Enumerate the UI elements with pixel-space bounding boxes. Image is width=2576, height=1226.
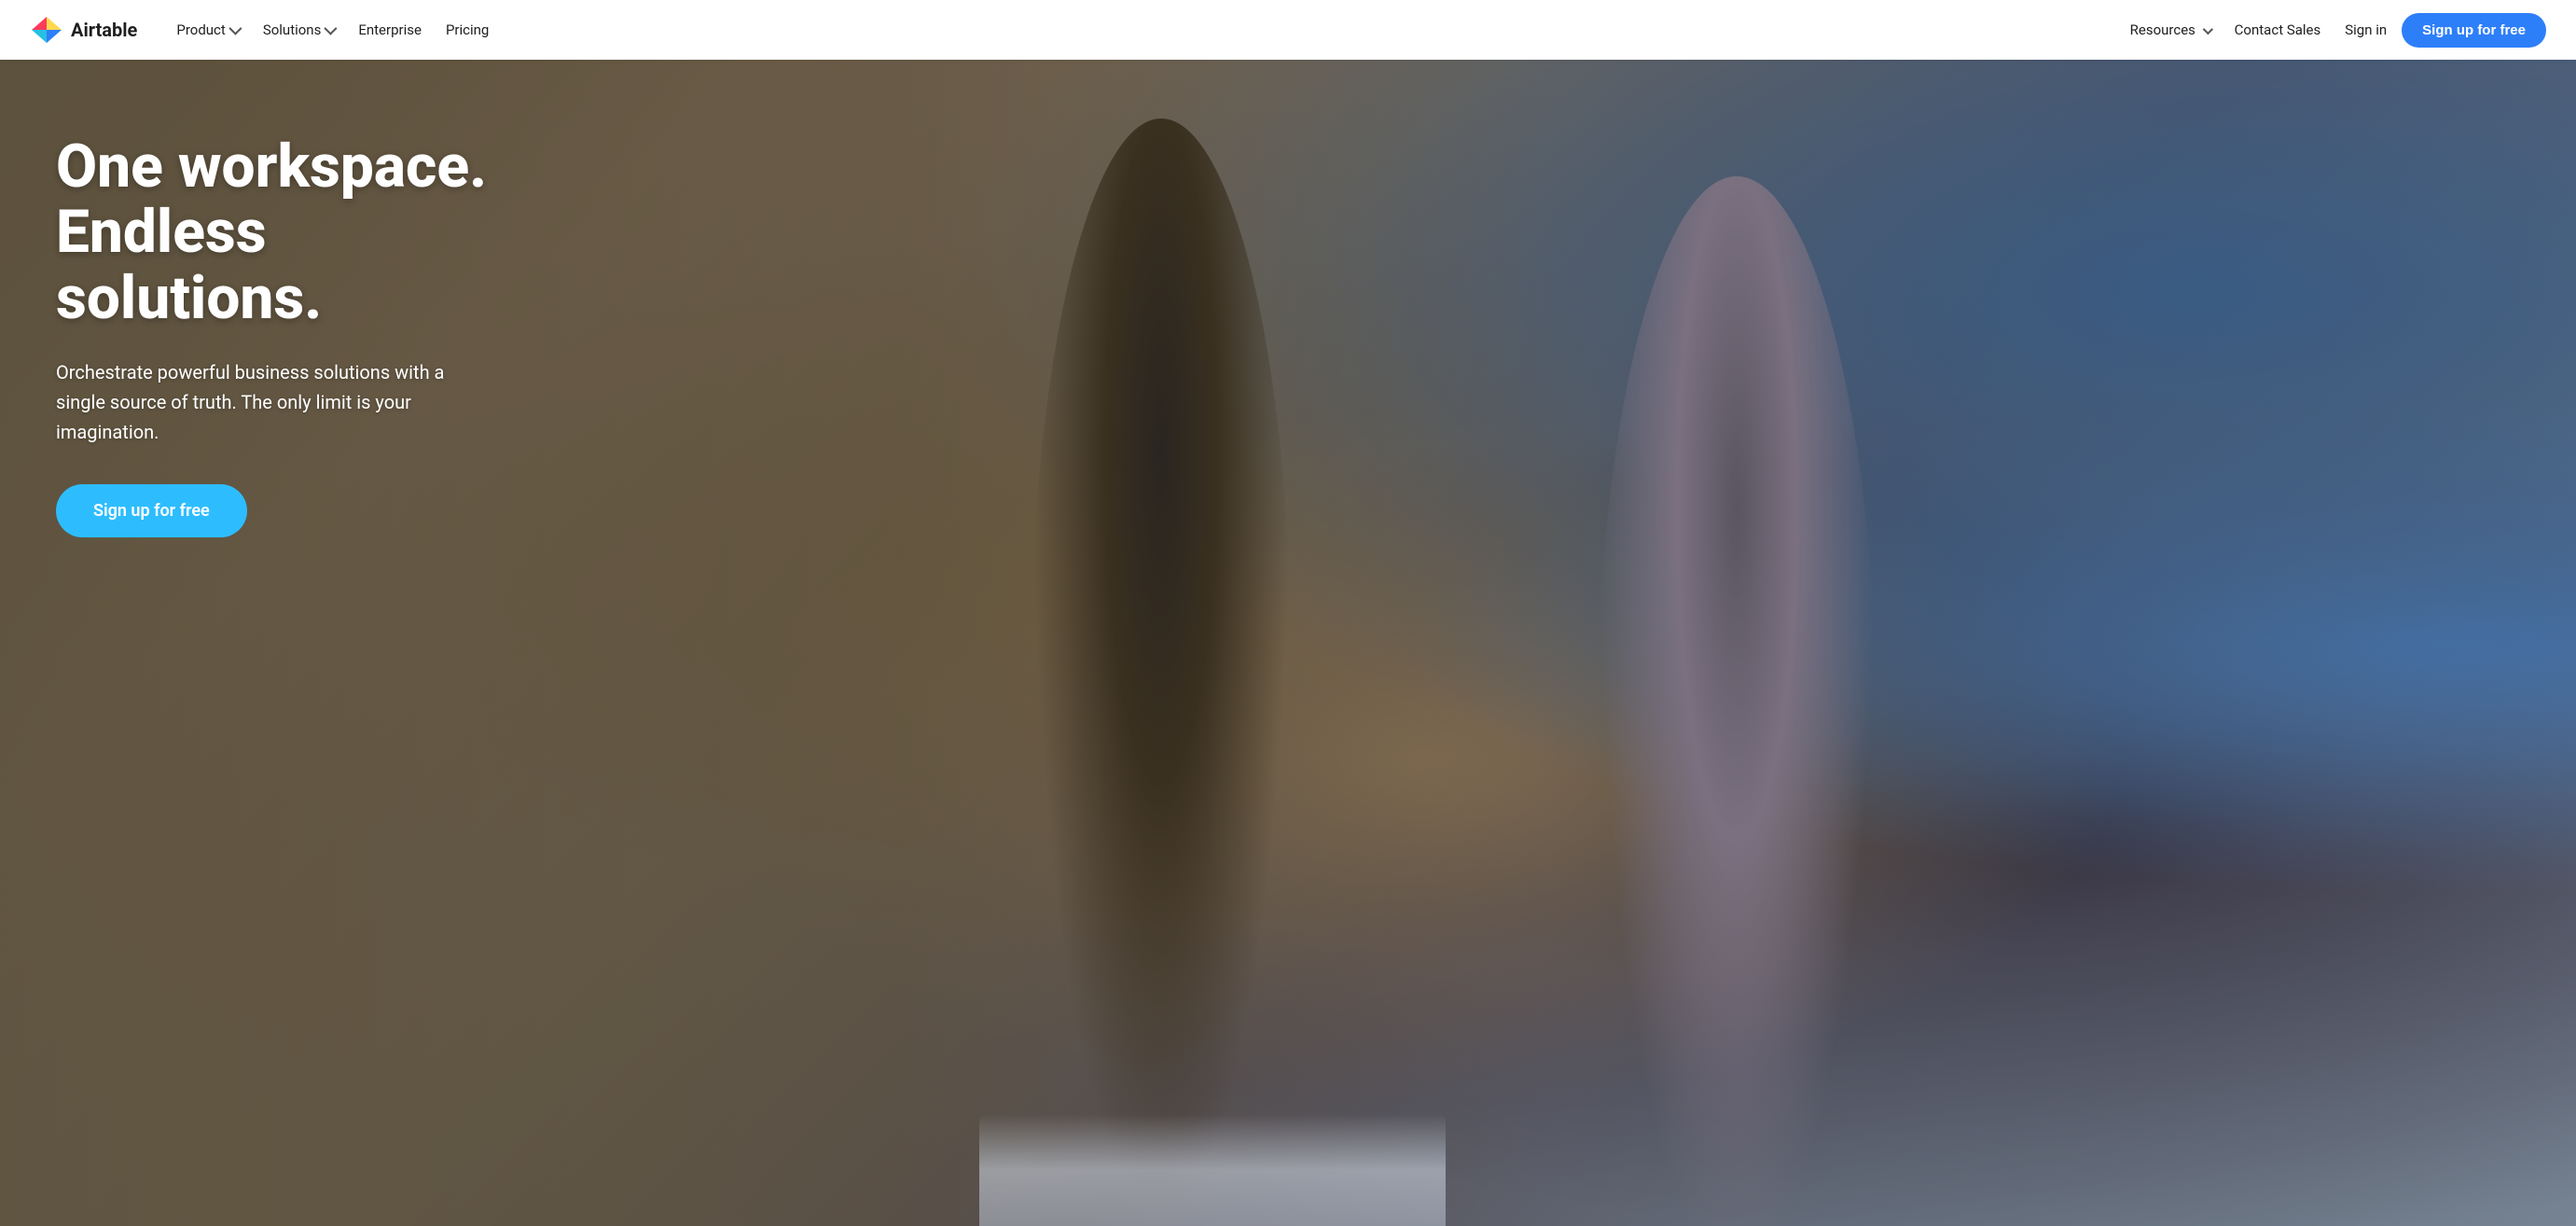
chevron-down-icon [229, 22, 242, 35]
chevron-down-icon [2202, 24, 2212, 35]
chevron-down-icon [325, 22, 338, 35]
hero-person-1 [1031, 118, 1292, 1226]
laptop-silhouette [979, 1114, 1446, 1226]
nav-sign-in[interactable]: Sign in [2335, 16, 2396, 44]
nav-solutions[interactable]: Solutions [254, 16, 344, 44]
navbar: Airtable Product Solutions Enterprise Pr… [0, 0, 2576, 60]
nav-signup-button[interactable]: Sign up for free [2402, 13, 2546, 48]
hero-content: One workspace. Endless solutions. Orches… [0, 60, 578, 612]
airtable-logo-icon [30, 13, 63, 47]
nav-pricing[interactable]: Pricing [436, 16, 498, 44]
hero-signup-button[interactable]: Sign up for free [56, 484, 247, 537]
navbar-right: Resources Contact Sales Sign in Sign up … [2121, 13, 2546, 48]
logo-text: Airtable [71, 19, 137, 41]
nav-product[interactable]: Product [167, 16, 247, 44]
hero-subtitle: Orchestrate powerful business solutions … [56, 357, 485, 447]
nav-contact-sales[interactable]: Contact Sales [2225, 16, 2331, 44]
navbar-left: Airtable Product Solutions Enterprise Pr… [30, 13, 498, 47]
logo-link[interactable]: Airtable [30, 13, 137, 47]
hero-section: One workspace. Endless solutions. Orches… [0, 60, 2576, 1226]
hero-title: One workspace. Endless solutions. [56, 134, 522, 331]
nav-resources[interactable]: Resources [2121, 16, 2220, 44]
nav-enterprise[interactable]: Enterprise [349, 16, 431, 44]
nav-links-left: Product Solutions Enterprise Pricing [167, 16, 498, 44]
